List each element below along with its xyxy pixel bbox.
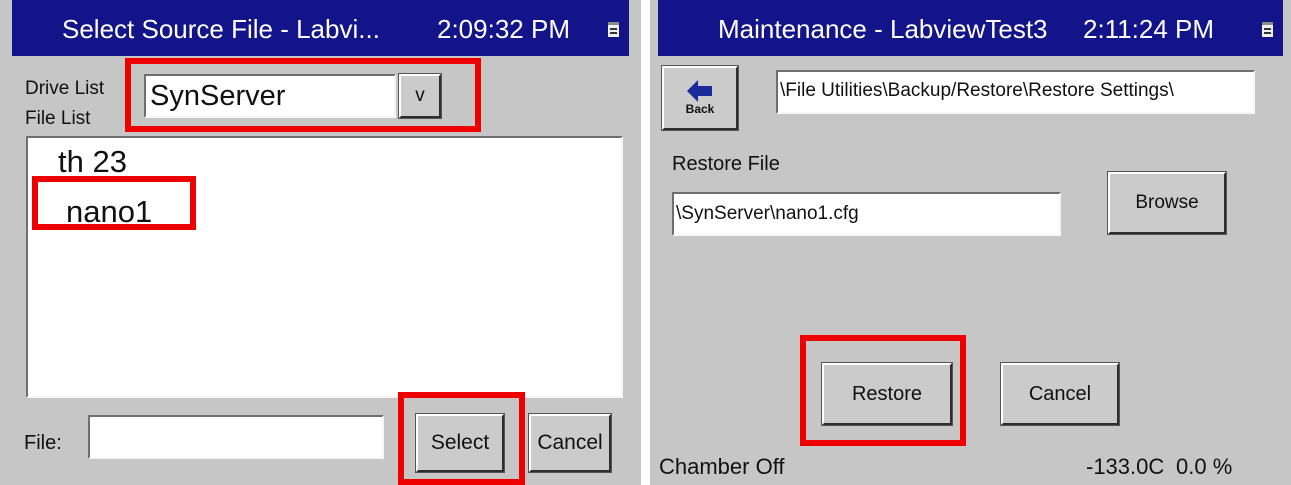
title-bar: Maintenance - LabviewTest3 2:11:24 PM: [658, 0, 1283, 56]
restore-file-label: Restore File: [672, 153, 780, 175]
drive-dropdown-button[interactable]: v: [399, 74, 441, 118]
title-bar: Select Source File - Labvi... 2:09:32 PM: [12, 0, 629, 56]
back-button-label: Back: [685, 102, 715, 116]
file-list-label: File List: [25, 108, 91, 129]
status-text: Chamber Off: [659, 454, 785, 479]
path-value: \File Utilities\Backup/Restore\Restore S…: [780, 80, 1174, 101]
drive-select[interactable]: SynServer: [144, 74, 396, 118]
select-button[interactable]: Select: [416, 414, 504, 472]
window-title: Maintenance - LabviewTest3: [718, 14, 1048, 44]
restore-file-field[interactable]: \SynServer\nano1.cfg: [672, 192, 1061, 236]
temperature-readout: -133.0C: [1086, 454, 1165, 479]
maintenance-window: Maintenance - LabviewTest3 2:11:24 PM Ba…: [650, 0, 1291, 485]
list-item[interactable]: nano1: [66, 194, 152, 230]
drive-select-value: SynServer: [150, 80, 286, 112]
clock: 2:09:32 PM: [437, 14, 570, 44]
left-arrow-icon: [687, 80, 712, 102]
restore-button[interactable]: Restore: [822, 363, 952, 425]
cancel-button[interactable]: Cancel: [529, 414, 611, 472]
file-input[interactable]: [88, 415, 384, 459]
path-field[interactable]: \File Utilities\Backup/Restore\Restore S…: [776, 70, 1255, 114]
clock: 2:11:24 PM: [1083, 14, 1215, 44]
file-list[interactable]: th 23 nano1: [26, 136, 623, 398]
window-title: Select Source File - Labvi...: [62, 14, 380, 44]
restore-file-value: \SynServer\nano1.cfg: [676, 203, 859, 224]
file-label: File:: [24, 432, 62, 454]
sip-keyboard-icon[interactable]: [1262, 22, 1273, 37]
list-item[interactable]: th 23: [58, 144, 127, 180]
cancel-button[interactable]: Cancel: [1001, 363, 1119, 425]
select-source-file-window: Select Source File - Labvi... 2:09:32 PM…: [0, 0, 641, 485]
back-button[interactable]: Back: [662, 66, 738, 130]
drive-list-label: Drive List: [25, 78, 105, 99]
humidity-readout: 0.0 %: [1176, 454, 1233, 479]
sip-keyboard-icon[interactable]: [608, 22, 619, 37]
browse-button[interactable]: Browse: [1108, 172, 1226, 234]
